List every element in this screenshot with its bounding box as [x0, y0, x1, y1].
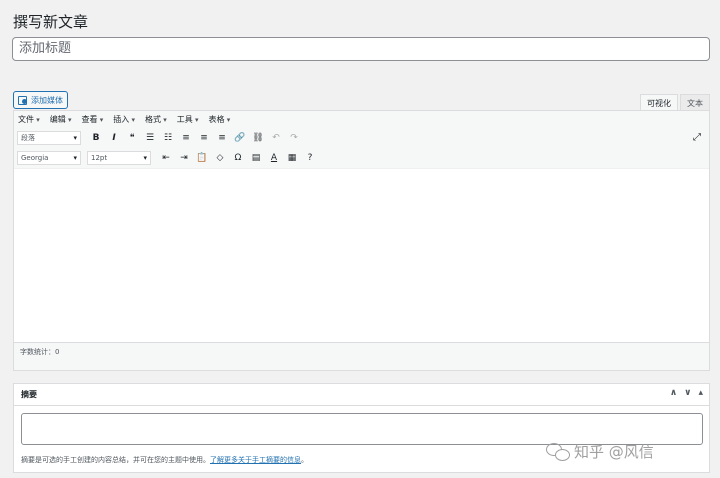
- numbered-list-icon[interactable]: ☷: [159, 133, 177, 143]
- font-family-select[interactable]: Georgia: [17, 151, 81, 165]
- bullet-list-icon[interactable]: ☰: [141, 133, 159, 143]
- bold-button[interactable]: B: [87, 133, 105, 143]
- indent-icon[interactable]: ⇥: [175, 153, 193, 163]
- post-editor: 文件 编辑 查看 插入 格式 工具 表格 段落 B I ❝ ☰ ☷ ≡ ≡ ≡ …: [13, 110, 710, 371]
- excerpt-header: 摘要 ∧ ∨ ▴: [14, 384, 709, 406]
- collapse-icon[interactable]: ▴: [698, 388, 703, 398]
- excerpt-controls: ∧ ∨ ▴: [670, 388, 703, 398]
- fullscreen-icon[interactable]: ⤢: [693, 132, 701, 143]
- move-down-icon[interactable]: ∨: [684, 388, 691, 398]
- add-media-button[interactable]: 添加媒体: [13, 91, 68, 109]
- outdent-icon[interactable]: ⇤: [157, 153, 175, 163]
- font-size-select[interactable]: 12pt: [87, 151, 151, 165]
- help-icon[interactable]: ?: [301, 153, 319, 163]
- special-char-icon[interactable]: Ω: [229, 153, 247, 163]
- menu-insert[interactable]: 插入: [113, 114, 135, 125]
- clear-formatting-icon[interactable]: ◇: [211, 153, 229, 163]
- font-family-value: Georgia: [21, 154, 49, 162]
- format-select[interactable]: 段落: [17, 131, 81, 145]
- italic-button[interactable]: I: [105, 133, 123, 143]
- align-center-icon[interactable]: ≡: [195, 133, 213, 143]
- menu-edit[interactable]: 编辑: [50, 114, 72, 125]
- page-title: 撰写新文章: [13, 13, 89, 31]
- excerpt-help-end: 。: [301, 456, 308, 464]
- editor-menubar: 文件 编辑 查看 插入 格式 工具 表格: [14, 111, 709, 128]
- unlink-icon[interactable]: ⛓: [249, 133, 267, 143]
- align-left-icon[interactable]: ≡: [177, 133, 195, 143]
- redo-icon[interactable]: ↷: [285, 133, 303, 143]
- post-title-input[interactable]: 添加标题: [12, 37, 710, 61]
- move-up-icon[interactable]: ∧: [670, 388, 677, 398]
- paste-text-icon[interactable]: 📋: [193, 153, 211, 163]
- watermark: 知乎 @风信: [546, 440, 654, 462]
- menu-table[interactable]: 表格: [209, 114, 231, 125]
- excerpt-help: 摘要是可选的手工创建的内容总结，并可在您的主题中使用。了解更多关于手工摘要的信息…: [21, 455, 308, 465]
- excerpt-help-link[interactable]: 了解更多关于手工摘要的信息: [210, 456, 301, 464]
- excerpt-title: 摘要: [21, 390, 37, 399]
- align-right-icon[interactable]: ≡: [213, 133, 231, 143]
- menu-file[interactable]: 文件: [18, 114, 40, 125]
- format-select-value: 段落: [21, 134, 35, 142]
- word-count-status: 字数统计：0: [14, 342, 709, 370]
- table-icon[interactable]: ▦: [283, 153, 301, 163]
- watermark-text: 知乎 @风信: [574, 442, 654, 461]
- editor-content-area[interactable]: [14, 168, 709, 345]
- editor-toolbar-2: Georgia 12pt ⇤ ⇥ 📋 ◇ Ω ▤ A ▦ ?: [14, 148, 709, 168]
- font-size-value: 12pt: [91, 154, 108, 162]
- link-icon[interactable]: 🔗: [231, 133, 249, 143]
- excerpt-help-text: 摘要是可选的手工创建的内容总结，并可在您的主题中使用。: [21, 456, 210, 464]
- undo-icon[interactable]: ↶: [267, 133, 285, 143]
- horizontal-rule-icon[interactable]: ▤: [247, 153, 265, 163]
- menu-tools[interactable]: 工具: [177, 114, 199, 125]
- text-color-icon[interactable]: A: [265, 153, 283, 163]
- add-media-label: 添加媒体: [31, 95, 63, 105]
- menu-format[interactable]: 格式: [145, 114, 167, 125]
- editor-toolbar-1: 段落 B I ❝ ☰ ☷ ≡ ≡ ≡ 🔗 ⛓ ↶ ↷ ⤢: [14, 128, 709, 148]
- blockquote-icon[interactable]: ❝: [123, 133, 141, 143]
- menu-view[interactable]: 查看: [82, 114, 104, 125]
- add-media-icon: [18, 95, 28, 105]
- wechat-icon: [546, 440, 570, 462]
